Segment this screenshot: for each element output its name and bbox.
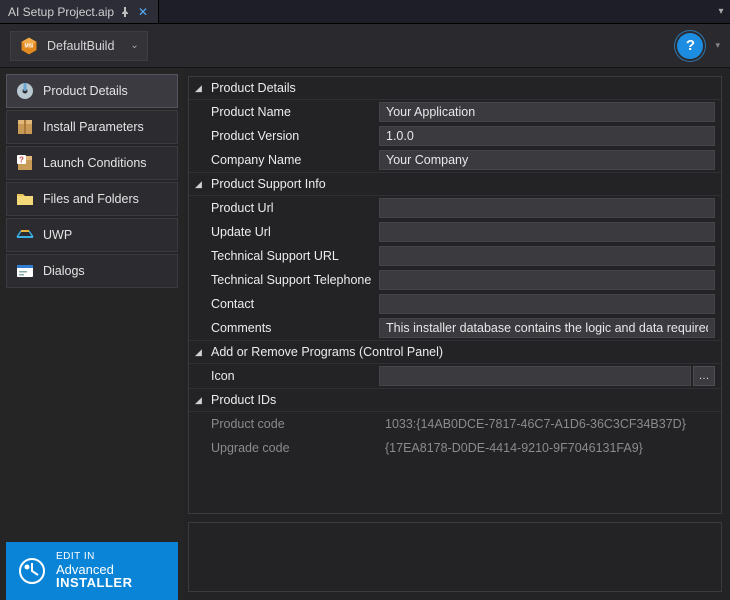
main-panel: ◢ Product Details Product Name Product V… <box>184 68 730 600</box>
section-title: Product Support Info <box>211 177 326 191</box>
product-version-input[interactable] <box>379 126 715 146</box>
field-label: Company Name <box>211 153 379 167</box>
row-comments: Comments <box>189 316 721 340</box>
edit-in-advanced-installer[interactable]: EDIT IN Advanced INSTALLER <box>6 542 178 600</box>
field-label: Technical Support URL <box>211 249 379 263</box>
sidebar-item-uwp[interactable]: UWP <box>6 218 178 252</box>
pin-icon[interactable] <box>120 7 130 17</box>
row-product-code: Product code 1033:{14AB0DCE-7817-46C7-A1… <box>189 412 721 436</box>
section-product-ids[interactable]: ◢ Product IDs <box>189 388 721 412</box>
box-question-icon: ? <box>15 153 35 173</box>
product-url-input[interactable] <box>379 198 715 218</box>
field-label: Comments <box>211 321 379 335</box>
sidebar-item-label: Product Details <box>43 84 128 98</box>
property-grid: ◢ Product Details Product Name Product V… <box>188 76 722 514</box>
browse-icon-button[interactable]: … <box>693 366 715 386</box>
product-name-input[interactable] <box>379 102 715 122</box>
document-tab-title: AI Setup Project.aip <box>8 5 114 19</box>
cd-icon <box>15 81 35 101</box>
field-label: Update Url <box>211 225 379 239</box>
document-tab-strip: AI Setup Project.aip ✕ ▾ <box>0 0 730 24</box>
sidebar-item-label: UWP <box>43 228 72 242</box>
update-url-input[interactable] <box>379 222 715 242</box>
section-product-details[interactable]: ◢ Product Details <box>189 77 721 100</box>
row-product-url: Product Url <box>189 196 721 220</box>
sidebar-item-product-details[interactable]: Product Details <box>6 74 178 108</box>
svg-text:MSI: MSI <box>25 43 35 49</box>
field-label: Product Version <box>211 129 379 143</box>
folder-icon <box>15 189 35 209</box>
sidebar-item-launch-conditions[interactable]: ? Launch Conditions <box>6 146 178 180</box>
tech-support-url-input[interactable] <box>379 246 715 266</box>
field-label: Contact <box>211 297 379 311</box>
close-icon[interactable]: ✕ <box>136 5 150 19</box>
document-tab[interactable]: AI Setup Project.aip ✕ <box>0 0 159 23</box>
icon-input[interactable] <box>379 366 691 386</box>
sidebar-item-label: Launch Conditions <box>43 156 147 170</box>
row-update-url: Update Url <box>189 220 721 244</box>
row-icon: Icon … <box>189 364 721 388</box>
sidebar-item-files-and-folders[interactable]: Files and Folders <box>6 182 178 216</box>
help-dropdown-caret[interactable]: ▾ <box>715 40 720 51</box>
field-label: Technical Support Telephone <box>211 273 379 287</box>
row-tech-support-url: Technical Support URL <box>189 244 721 268</box>
build-selector[interactable]: MSI DefaultBuild ⌄ <box>10 31 148 61</box>
row-company-name: Company Name <box>189 148 721 172</box>
tech-support-tel-input[interactable] <box>379 270 715 290</box>
contact-input[interactable] <box>379 294 715 314</box>
advanced-installer-logo-icon <box>18 557 46 585</box>
collapse-icon[interactable]: ◢ <box>195 83 205 94</box>
collapse-icon[interactable]: ◢ <box>195 395 205 406</box>
box-icon <box>15 117 35 137</box>
section-arp[interactable]: ◢ Add or Remove Programs (Control Panel) <box>189 340 721 364</box>
row-contact: Contact <box>189 292 721 316</box>
field-label: Product Url <box>211 201 379 215</box>
row-upgrade-code: Upgrade code {17EA8178-D0DE-4414-9210-9F… <box>189 436 721 460</box>
section-title: Product IDs <box>211 393 276 407</box>
sidebar-item-label: Files and Folders <box>43 192 139 206</box>
section-title: Product Details <box>211 81 296 95</box>
tab-overflow-caret[interactable]: ▾ <box>712 0 730 23</box>
company-name-input[interactable] <box>379 150 715 170</box>
comments-input[interactable] <box>379 318 715 338</box>
msi-icon: MSI <box>19 36 39 56</box>
sidebar-item-label: Install Parameters <box>43 120 144 134</box>
toolbar: MSI DefaultBuild ⌄ ? ▾ <box>0 24 730 68</box>
sidebar: Product Details Install Parameters ? Lau… <box>0 68 184 600</box>
bridge-icon <box>15 225 35 245</box>
field-label: Icon <box>211 369 379 383</box>
build-label: DefaultBuild <box>47 39 114 53</box>
product-code-value: 1033:{14AB0DCE-7817-46C7-A1D6-36C3CF34B3… <box>379 417 715 431</box>
collapse-icon[interactable]: ◢ <box>195 179 205 190</box>
dialog-icon <box>15 261 35 281</box>
row-product-name: Product Name <box>189 100 721 124</box>
section-title: Add or Remove Programs (Control Panel) <box>211 345 443 359</box>
field-label: Product code <box>211 417 379 431</box>
field-label: Upgrade code <box>211 441 379 455</box>
description-panel <box>188 522 722 592</box>
upgrade-code-value: {17EA8178-D0DE-4414-9210-9F7046131FA9} <box>379 441 715 455</box>
editin-line3: INSTALLER <box>56 576 132 590</box>
sidebar-item-dialogs[interactable]: Dialogs <box>6 254 178 288</box>
editin-line2: Advanced <box>56 563 132 577</box>
section-product-support-info[interactable]: ◢ Product Support Info <box>189 172 721 196</box>
sidebar-item-install-parameters[interactable]: Install Parameters <box>6 110 178 144</box>
svg-text:?: ? <box>19 156 24 165</box>
collapse-icon[interactable]: ◢ <box>195 347 205 358</box>
row-product-version: Product Version <box>189 124 721 148</box>
help-button[interactable]: ? <box>677 33 703 59</box>
field-label: Product Name <box>211 105 379 119</box>
chevron-down-icon: ⌄ <box>130 40 138 51</box>
sidebar-item-label: Dialogs <box>43 264 85 278</box>
row-tech-support-tel: Technical Support Telephone <box>189 268 721 292</box>
